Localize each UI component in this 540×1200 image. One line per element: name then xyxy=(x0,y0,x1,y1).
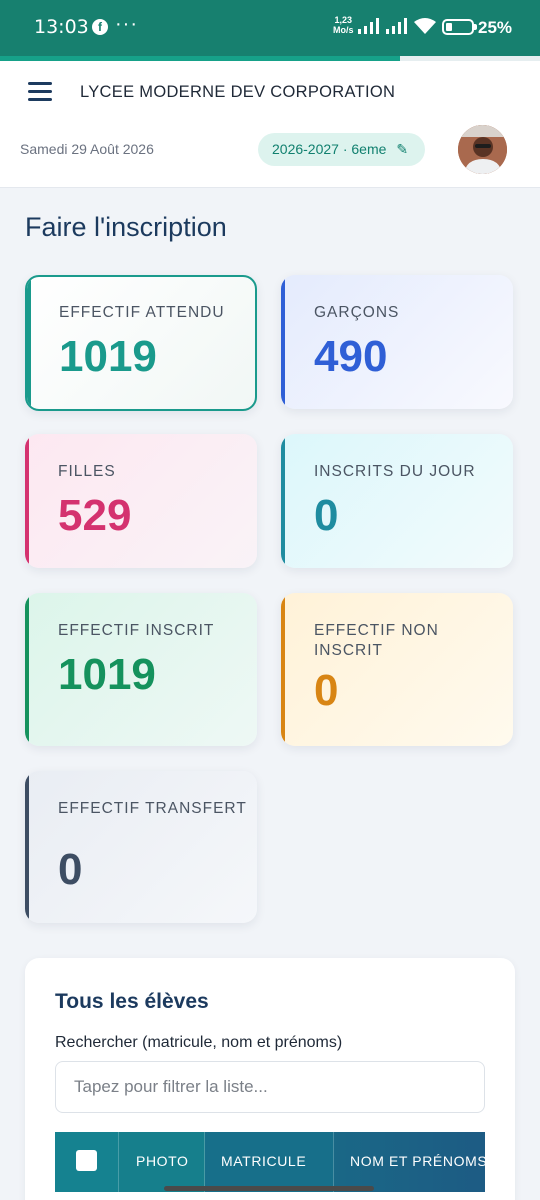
status-bar: 13:03 f ··· 1,23 Mo/s 25% xyxy=(0,0,540,56)
card-value: 0 xyxy=(314,491,339,540)
school-name: LYCEE MODERNE DEV CORPORATION xyxy=(80,83,396,101)
home-indicator[interactable] xyxy=(164,1186,374,1191)
network-speed: 1,23 Mo/s xyxy=(333,15,354,35)
progress-bar xyxy=(0,56,540,61)
signal-icon-2 xyxy=(386,18,407,34)
card-label: EFFECTIF TRANSFERT xyxy=(58,800,247,817)
card-effectif-attendu[interactable]: EFFECTIF ATTENDU 1019 xyxy=(25,275,257,411)
menu-icon[interactable] xyxy=(28,82,52,102)
card-value: 1019 xyxy=(59,332,157,381)
select-all-checkbox[interactable] xyxy=(76,1150,97,1171)
card-effectif-transfert[interactable]: EFFECTIF TRANSFERT 0 xyxy=(25,771,257,923)
edit-icon: ✎ xyxy=(396,141,409,157)
card-label: INSCRITS DU JOUR xyxy=(314,463,476,480)
students-title: Tous les élèves xyxy=(55,990,209,1013)
card-value: 0 xyxy=(314,666,339,715)
column-header-matricule[interactable]: MATRICULE xyxy=(205,1132,334,1192)
card-value: 529 xyxy=(58,491,132,540)
card-label: EFFECTIF ATTENDU xyxy=(59,304,225,321)
progress-fill xyxy=(0,56,400,61)
card-inscrits-du-jour[interactable]: INSCRITS DU JOUR 0 xyxy=(281,434,513,568)
battery-percent: 25% xyxy=(478,18,513,37)
battery-tip xyxy=(474,24,477,30)
network-speed-value: 1,23 xyxy=(334,15,353,25)
search-label: Rechercher (matricule, nom et prénoms) xyxy=(55,1034,343,1051)
wifi-icon xyxy=(414,18,436,34)
current-date: Samedi 29 Août 2026 xyxy=(20,141,154,157)
card-effectif-non-inscrit[interactable]: EFFECTIF NON INSCRIT 0 xyxy=(281,593,513,746)
school-year-label: 2026-2027 · 6eme xyxy=(272,141,387,157)
students-panel: Tous les élèves Rechercher (matricule, n… xyxy=(25,958,515,1200)
card-label: EFFECTIF INSCRIT xyxy=(58,622,215,639)
card-label: FILLES xyxy=(58,463,116,480)
avatar[interactable] xyxy=(458,125,507,174)
table-header: PHOTO MATRICULE NOM ET PRÉNOMS xyxy=(55,1132,485,1192)
school-year-chip[interactable]: 2026-2027 · 6eme ✎ xyxy=(258,133,426,166)
column-header-photo[interactable]: PHOTO xyxy=(119,1132,205,1192)
status-time: 13:03 xyxy=(34,16,89,38)
search-input[interactable] xyxy=(55,1061,485,1113)
card-filles[interactable]: FILLES 529 xyxy=(25,434,257,568)
column-header-nom[interactable]: NOM ET PRÉNOMS xyxy=(334,1132,485,1192)
card-label: EFFECTIF NON INSCRIT xyxy=(314,622,439,659)
facebook-icon: f xyxy=(92,19,108,35)
battery-level xyxy=(446,23,452,31)
card-value: 1019 xyxy=(58,650,156,699)
network-speed-unit: Mo/s xyxy=(333,25,354,35)
more-notifications-icon: ··· xyxy=(115,13,138,35)
card-label: GARÇONS xyxy=(314,304,400,321)
card-garcons[interactable]: GARÇONS 490 xyxy=(281,275,513,409)
select-all-cell xyxy=(55,1132,119,1192)
page-title: Faire l'inscription xyxy=(25,212,227,242)
battery-icon xyxy=(442,19,474,35)
card-effectif-inscrit[interactable]: EFFECTIF INSCRIT 1019 xyxy=(25,593,257,746)
card-value: 490 xyxy=(314,332,388,381)
signal-icon xyxy=(358,18,379,34)
avatar-image xyxy=(458,125,507,174)
card-value: 0 xyxy=(58,845,83,894)
app-header: LYCEE MODERNE DEV CORPORATION Samedi 29 … xyxy=(0,56,540,188)
